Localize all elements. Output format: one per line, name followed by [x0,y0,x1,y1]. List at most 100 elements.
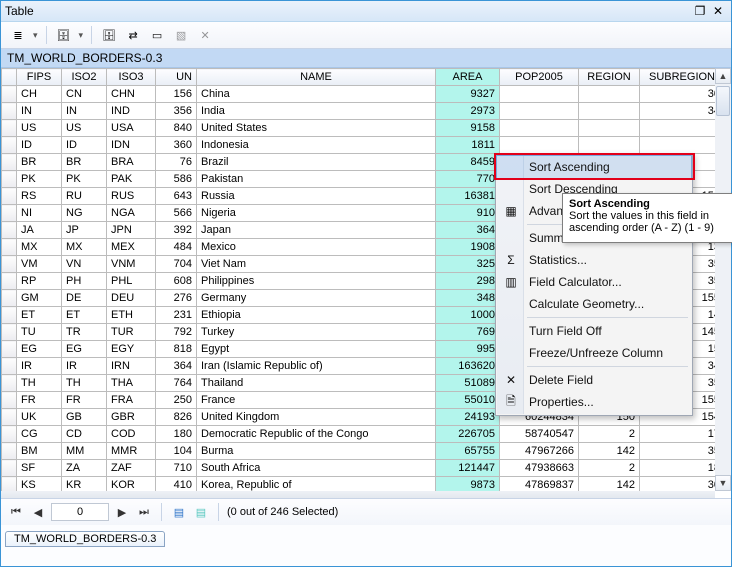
col-iso3[interactable]: ISO3 [107,69,156,86]
tooltip: Sort Ascending Sort the values in this f… [562,193,732,243]
chevron-down-icon[interactable]: ▾ [77,30,86,41]
row-selector[interactable] [2,290,17,307]
row-selector[interactable] [2,409,17,426]
vertical-scrollbar[interactable]: ▲ ▼ [715,68,731,491]
cell-un: 250 [156,392,197,409]
row-selector[interactable] [2,324,17,341]
row-selector[interactable] [2,256,17,273]
cell-fips: EG [17,341,62,358]
row-selector[interactable] [2,273,17,290]
scroll-up-button[interactable]: ▲ [715,68,731,84]
show-all-records-button[interactable]: ▤ [170,503,188,521]
select-by-attributes-icon[interactable]: 🗄 [98,24,120,46]
first-record-button[interactable]: ⏮ [7,503,25,521]
menu-item-field-calculator[interactable]: ▥Field Calculator... [497,271,691,293]
menu-item-turn-field-off[interactable]: Turn Field Off [497,320,691,342]
row-selector[interactable] [2,358,17,375]
row-selector[interactable] [2,477,17,492]
cell-name: Viet Nam [197,256,436,273]
table-row[interactable]: CGCDCOD180Democratic Republic of the Con… [2,426,716,443]
horizontal-scrollbar[interactable] [1,491,715,498]
related-tables-icon[interactable]: 🗄 [53,24,75,46]
row-header-col[interactable] [2,69,17,86]
table-row[interactable]: INININD356India297334 [2,103,716,120]
table-row[interactable]: BMMMMMR104Burma657554796726614235 [2,443,716,460]
scroll-track[interactable] [715,84,731,475]
scroll-down-button[interactable]: ▼ [715,475,731,491]
row-selector[interactable] [2,375,17,392]
record-number-input[interactable]: 0 [51,503,109,521]
col-pop[interactable]: POP2005 [500,69,579,86]
cell-un: 792 [156,324,197,341]
row-selector[interactable] [2,307,17,324]
col-iso2[interactable]: ISO2 [62,69,107,86]
cell-area: 9873 [436,477,500,492]
scroll-thumb[interactable] [716,86,730,116]
layer-tab[interactable]: TM_WORLD_BORDERS-0.3 [5,531,165,547]
table-options-icon[interactable]: ≣ [7,24,29,46]
show-selected-records-button[interactable]: ▤ [192,503,210,521]
close-button[interactable]: ✕ [709,4,727,18]
row-selector[interactable] [2,460,17,477]
clear-selection-icon[interactable]: ▭ [146,24,168,46]
table-row[interactable]: IDIDIDN360Indonesia1811 [2,137,716,154]
cell-fips: KS [17,477,62,492]
menu-item-label: Delete Field [529,373,593,387]
menu-item-statistics[interactable]: ΣStatistics... [497,249,691,271]
menu-item-icon: ✕ [502,373,520,387]
cell-un: 818 [156,341,197,358]
row-selector[interactable] [2,222,17,239]
switch-selection-icon[interactable]: ⇄ [122,24,144,46]
chevron-down-icon[interactable]: ▾ [31,30,40,41]
restore-down-button[interactable]: ❐ [691,4,709,18]
row-selector[interactable] [2,341,17,358]
table-row[interactable]: KSKRKOR410Korea, Republic of987347869837… [2,477,716,492]
next-record-button[interactable]: ▶ [113,503,131,521]
cell-area: 65755 [436,443,500,460]
zoom-selected-icon[interactable]: ▧ [170,24,192,46]
cell-un: 586 [156,171,197,188]
row-selector[interactable] [2,392,17,409]
row-selector[interactable] [2,239,17,256]
row-selector[interactable] [2,205,17,222]
cell-fips: TH [17,375,62,392]
cell-fips: SF [17,460,62,477]
row-selector[interactable] [2,443,17,460]
menu-item-calculate-geometry[interactable]: Calculate Geometry... [497,293,691,315]
row-selector[interactable] [2,137,17,154]
cell-name: United Kingdom [197,409,436,426]
cell-area: 1000 [436,307,500,324]
row-selector[interactable] [2,86,17,103]
table-row[interactable]: SFZAZAF710South Africa12144747938663218 [2,460,716,477]
prev-record-button[interactable]: ◀ [29,503,47,521]
row-selector[interactable] [2,426,17,443]
col-subregion[interactable]: SUBREGION [640,69,716,86]
cell-fips: RP [17,273,62,290]
cell-iso2: PK [62,171,107,188]
cell-fips: US [17,120,62,137]
cell-area: 9158 [436,120,500,137]
menu-item-icon: Σ [502,253,520,267]
col-area[interactable]: AREA [436,69,500,86]
cell-iso2: JP [62,222,107,239]
menu-item-sort-ascending[interactable]: Sort Ascending [497,156,691,178]
row-selector[interactable] [2,171,17,188]
cell-iso3: BRA [107,154,156,171]
menu-item-freeze-unfreeze-column[interactable]: Freeze/Unfreeze Column [497,342,691,364]
cell-subregion: 17 [640,426,716,443]
menu-item-properties[interactable]: 🗎Properties... [497,391,691,413]
col-fips[interactable]: FIPS [17,69,62,86]
row-selector[interactable] [2,154,17,171]
menu-item-delete-field[interactable]: ✕ Delete Field [497,369,691,391]
cell-iso3: PAK [107,171,156,188]
last-record-button[interactable]: ⏭ [135,503,153,521]
table-row[interactable]: USUSUSA840United States9158 [2,120,716,137]
row-selector[interactable] [2,188,17,205]
delete-selected-icon[interactable]: ✕ [194,24,216,46]
col-name[interactable]: NAME [197,69,436,86]
table-row[interactable]: CHCNCHN156China932730 [2,86,716,103]
row-selector[interactable] [2,120,17,137]
row-selector[interactable] [2,103,17,120]
col-un[interactable]: UN [156,69,197,86]
col-region[interactable]: REGION [579,69,640,86]
